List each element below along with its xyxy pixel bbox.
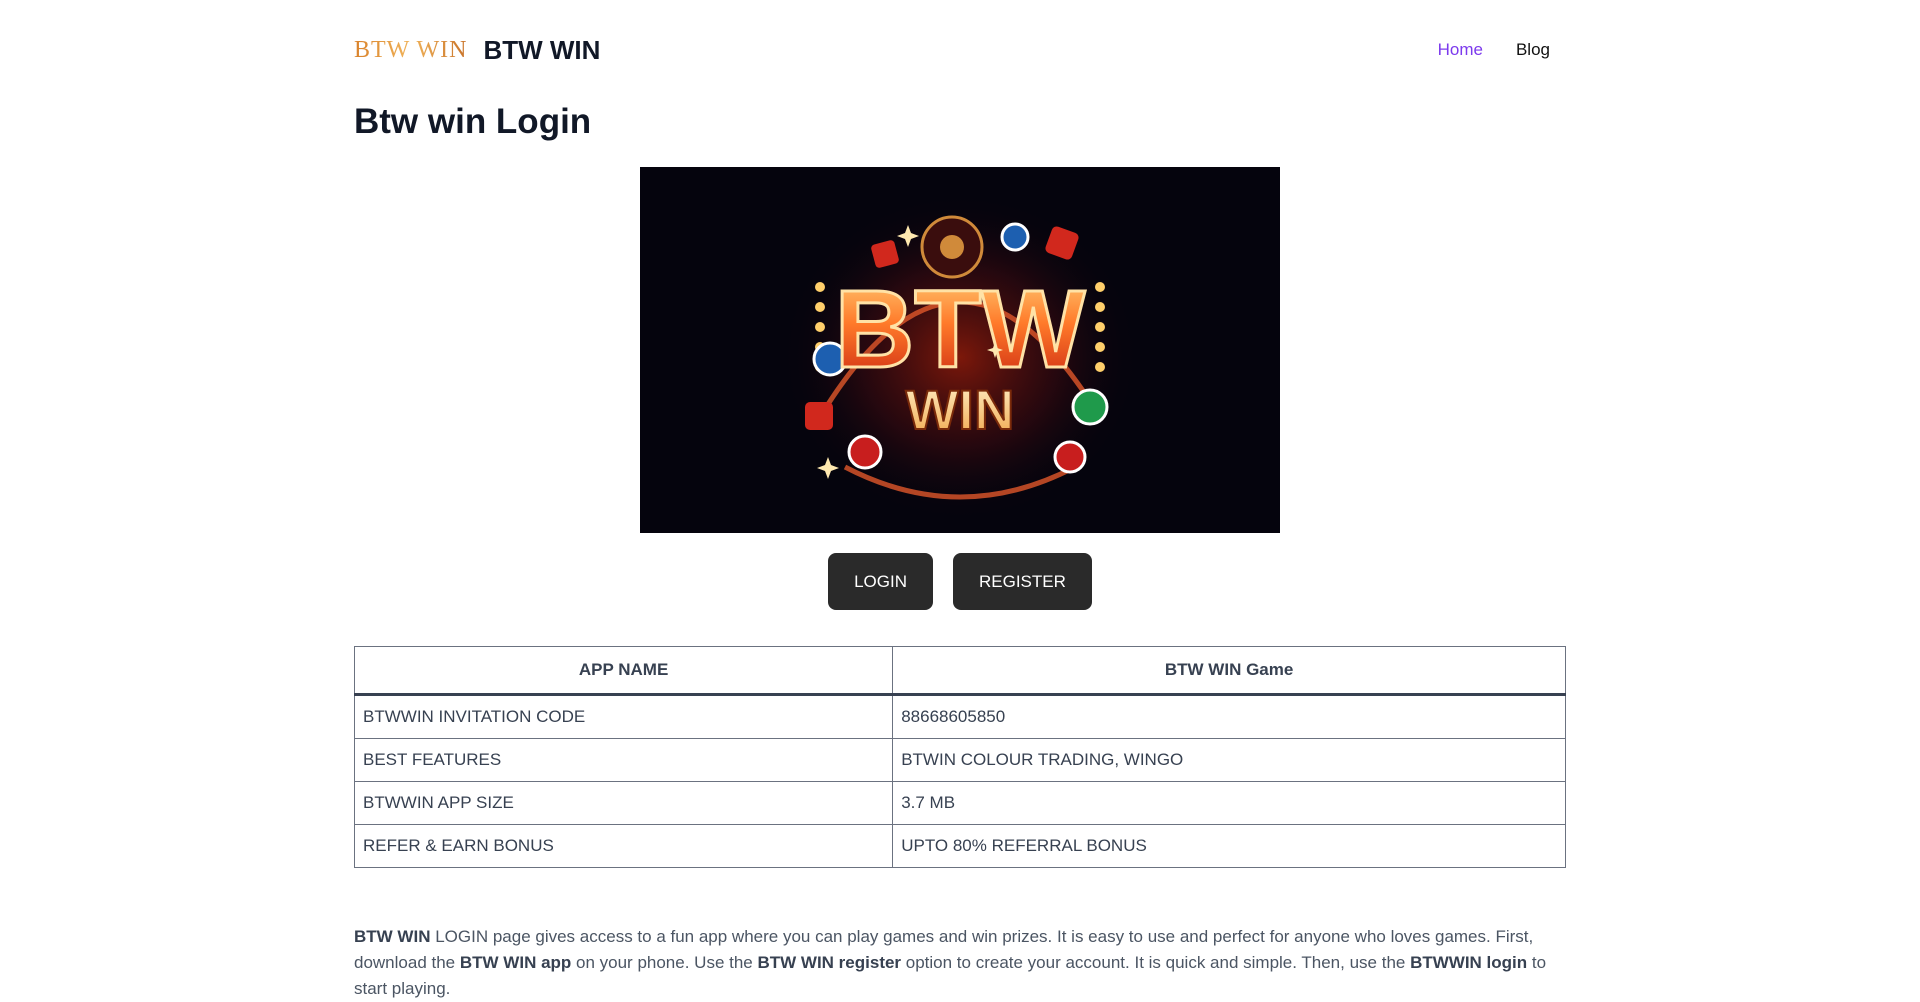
app-info-table: APP NAME BTW WIN Game BTWWIN INVITATION …: [353, 646, 1566, 868]
intro-bold-app: BTW WIN app: [459, 953, 572, 972]
table-cell-label: BEST FEATURES: [353, 738, 894, 782]
table-cell-label: REFER & EARN BONUS: [353, 824, 894, 868]
svg-text:BTW: BTW: [835, 268, 1086, 391]
table-row: BTWWIN INVITATION CODE 88668605850: [353, 694, 1566, 739]
site-title[interactable]: BTW WIN: [483, 35, 600, 66]
table-row: BTWWIN APP SIZE 3.7 MB: [353, 781, 1566, 825]
register-button[interactable]: REGISTER: [953, 553, 1092, 610]
intro-bold-register: BTW WIN register: [757, 953, 902, 972]
main-nav: Home Blog: [1438, 40, 1550, 60]
site-header: BTW WIN BTW WIN Home Blog: [354, 0, 1566, 100]
casino-banner-graphic: BTW WIN: [640, 167, 1280, 533]
page-container: BTW WIN BTW WIN Home Blog Btw win Login: [353, 0, 1566, 1002]
table-cell-value: UPTO 80% REFERRAL BONUS: [892, 824, 1566, 868]
table-header-row: APP NAME BTW WIN Game: [353, 646, 1566, 696]
intro-paragraph: BTW WIN LOGIN page gives access to a fun…: [354, 924, 1566, 1002]
site-logo[interactable]: BTW WIN: [354, 37, 467, 64]
login-button[interactable]: LOGIN: [828, 553, 933, 610]
brand: BTW WIN BTW WIN: [354, 35, 600, 66]
table-row: REFER & EARN BONUS UPTO 80% REFERRAL BON…: [353, 824, 1566, 868]
table-header-cell: APP NAME: [353, 646, 894, 696]
table-cell-label: BTWWIN APP SIZE: [353, 781, 894, 825]
nav-home-link[interactable]: Home: [1438, 40, 1483, 60]
table-row: BEST FEATURES BTWIN COLOUR TRADING, WING…: [353, 738, 1566, 782]
table-cell-value: 3.7 MB: [892, 781, 1566, 825]
nav-blog-link[interactable]: Blog: [1516, 40, 1550, 60]
intro-text: on your phone. Use the: [571, 953, 758, 972]
svg-text:WIN: WIN: [906, 378, 1015, 441]
hero-banner-image: BTW WIN: [640, 167, 1280, 533]
table-header-cell: BTW WIN Game: [892, 646, 1566, 696]
table-cell-value: 88668605850: [892, 694, 1566, 739]
table-cell-value: BTWIN COLOUR TRADING, WINGO: [892, 738, 1566, 782]
intro-bold-btw-win: BTW WIN: [354, 927, 431, 946]
intro-text: option to create your account. It is qui…: [901, 953, 1411, 972]
intro-bold-login: BTWWIN login: [1410, 953, 1528, 972]
page-title: Btw win Login: [354, 102, 592, 141]
table-cell-label: BTWWIN INVITATION CODE: [353, 694, 894, 739]
auth-actions: LOGIN REGISTER: [354, 553, 1566, 610]
